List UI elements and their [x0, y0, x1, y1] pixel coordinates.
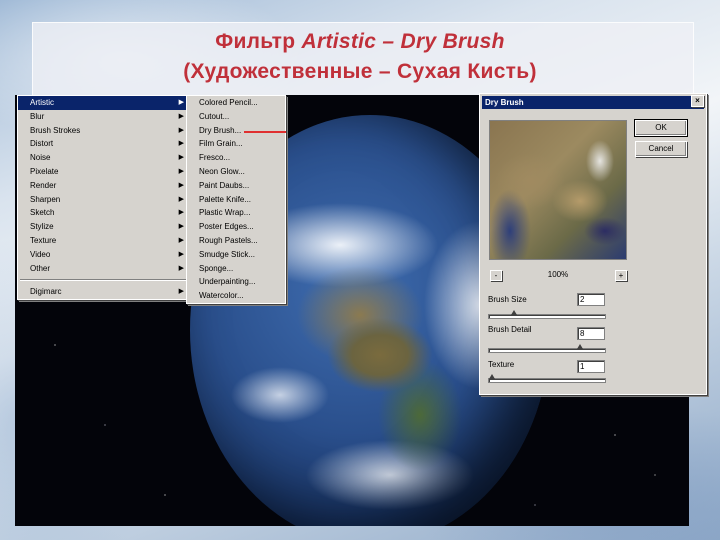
menu-item-label: Artistic — [30, 98, 54, 107]
brush-detail-field[interactable]: 8 — [577, 327, 605, 340]
menu-item-brush-strokes[interactable]: Brush Strokes ▶ — [18, 124, 188, 138]
menu-item-stylize[interactable]: Stylize ▶ — [18, 220, 188, 234]
dry-brush-dialog: Dry Brush × OK Cancel - 100% + Brush Siz… — [479, 93, 707, 395]
ok-button[interactable]: OK — [634, 119, 688, 137]
texture-field[interactable]: 1 — [577, 360, 605, 373]
menu-item-label: Distort — [30, 139, 54, 149]
submenu-arrow-icon: ▶ — [178, 181, 184, 189]
submenu-arrow-icon: ▶ — [178, 167, 184, 175]
menu-item-label: Other — [30, 263, 51, 273]
brush-size-label: Brush Size — [488, 295, 527, 304]
zoom-level: 100% — [547, 270, 569, 279]
menu-item-label: Blur — [30, 111, 45, 121]
submenu-item-neon-glow[interactable]: Neon Glow... — [187, 165, 285, 179]
menu-item-label: Digimarc — [30, 287, 62, 297]
dry-brush-pointer-line — [244, 131, 286, 133]
submenu-item-watercolor[interactable]: Watercolor... — [187, 289, 285, 303]
brush-detail-slider[interactable] — [488, 344, 606, 353]
texture-label: Texture — [488, 360, 515, 369]
submenu-item-plastic-wrap[interactable]: Plastic Wrap... — [187, 206, 285, 220]
menu-item-label: Pixelate — [30, 166, 59, 176]
menu-item-label: Sharpen — [30, 194, 61, 204]
submenu-item-film-grain[interactable]: Film Grain... — [187, 137, 285, 151]
menu-item-video[interactable]: Video ▶ — [18, 248, 188, 262]
menu-item-digimarc[interactable]: Digimarc ▶ — [18, 285, 188, 299]
menu-item-artistic[interactable]: Artistic ▶ — [18, 96, 188, 110]
menu-item-pixelate[interactable]: Pixelate ▶ — [18, 165, 188, 179]
dialog-title: Dry Brush — [482, 96, 704, 109]
menu-item-label: Render — [30, 180, 57, 190]
menu-item-other[interactable]: Other ▶ — [18, 262, 188, 276]
submenu-arrow-icon: ▶ — [178, 209, 184, 217]
menu-item-sharpen[interactable]: Sharpen ▶ — [18, 193, 188, 207]
slide-title: Фильтр Artistic – Dry Brush — [215, 30, 505, 53]
submenu-item-underpainting[interactable]: Underpainting... — [187, 275, 285, 289]
submenu-arrow-icon: ▶ — [178, 126, 184, 134]
submenu-arrow-icon: ▶ — [178, 112, 184, 120]
submenu-arrow-icon: ▶ — [178, 223, 184, 231]
filter-menu: Artistic ▶ Blur ▶ Brush Strokes ▶ Distort ▶ Nois… — [17, 95, 189, 301]
menu-item-label: Brush Strokes — [30, 125, 81, 135]
filter-preview[interactable] — [489, 120, 627, 260]
submenu-arrow-icon: ▶ — [178, 195, 184, 203]
brush-size-slider-thumb[interactable] — [511, 310, 517, 315]
artistic-submenu: Colored Pencil... Cutout... Dry Brush... Fi… — [186, 95, 286, 304]
zoom-out-button[interactable]: - — [490, 270, 502, 281]
submenu-item-paint-daubs[interactable]: Paint Daubs... — [187, 179, 285, 193]
texture-slider[interactable] — [488, 374, 606, 383]
menu-item-label: Stylize — [30, 222, 54, 232]
submenu-item-fresco[interactable]: Fresco... — [187, 151, 285, 165]
slide-subtitle: (Художественные – Сухая Кисть) — [183, 60, 537, 83]
menu-item-label: Texture — [30, 235, 57, 245]
menu-item-blur[interactable]: Blur ▶ — [18, 110, 188, 124]
menu-item-render[interactable]: Render ▶ — [18, 179, 188, 193]
menu-item-label: Video — [30, 249, 51, 259]
submenu-arrow-icon: ▶ — [178, 154, 184, 162]
brush-detail-label: Brush Detail — [488, 325, 532, 334]
menu-item-sketch[interactable]: Sketch ▶ — [18, 206, 188, 220]
submenu-arrow-icon: ▶ — [178, 288, 184, 296]
submenu-item-cutout[interactable]: Cutout... — [187, 110, 285, 124]
submenu-arrow-icon: ▶ — [178, 99, 184, 106]
submenu-arrow-icon: ▶ — [178, 236, 184, 244]
submenu-arrow-icon: ▶ — [178, 264, 184, 272]
menu-item-texture[interactable]: Texture ▶ — [18, 234, 188, 248]
brush-detail-slider-thumb[interactable] — [577, 344, 583, 349]
menu-item-label: Noise — [30, 153, 51, 163]
submenu-item-colored-pencil[interactable]: Colored Pencil... — [187, 96, 285, 110]
brush-size-slider[interactable] — [488, 310, 606, 319]
brush-size-field[interactable]: 2 — [577, 293, 605, 306]
menu-item-noise[interactable]: Noise ▶ — [18, 151, 188, 165]
menu-item-label: Sketch — [30, 208, 55, 218]
submenu-arrow-icon: ▶ — [178, 250, 184, 258]
submenu-item-palette-knife[interactable]: Palette Knife... — [187, 193, 285, 207]
texture-slider-thumb[interactable] — [489, 374, 495, 379]
submenu-item-smudge-stick[interactable]: Smudge Stick... — [187, 248, 285, 262]
submenu-item-sponge[interactable]: Sponge... — [187, 262, 285, 276]
menu-item-distort[interactable]: Distort ▶ — [18, 137, 188, 151]
close-icon[interactable]: × — [691, 95, 704, 107]
submenu-item-rough-pastels[interactable]: Rough Pastels... — [187, 234, 285, 248]
submenu-arrow-icon: ▶ — [178, 140, 184, 148]
menu-separator — [20, 279, 186, 282]
submenu-item-poster-edges[interactable]: Poster Edges... — [187, 220, 285, 234]
cancel-button[interactable]: Cancel — [635, 141, 687, 157]
zoom-in-button[interactable]: + — [615, 270, 627, 281]
